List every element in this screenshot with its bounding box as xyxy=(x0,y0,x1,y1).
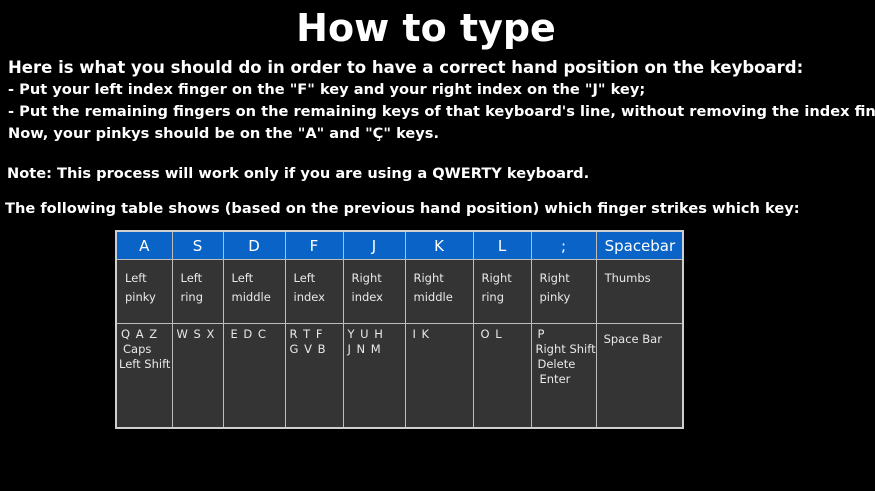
key-group: Caps xyxy=(123,342,152,356)
finger-cell: Right middle xyxy=(404,259,474,324)
header-cell-s: S xyxy=(171,230,224,260)
finger-cell: Right pinky xyxy=(530,259,597,324)
key-group: Right Shift xyxy=(535,342,596,356)
key-group: W S X xyxy=(176,327,216,341)
intro-text: Here is what you should do in order to h… xyxy=(8,58,804,77)
finger-cell: Right index xyxy=(342,259,406,324)
key-group: R T F xyxy=(289,327,324,341)
finger-name: index xyxy=(351,290,383,304)
finger-row: Left pinky Left ring Left middle Left in… xyxy=(115,259,684,324)
key-group: P xyxy=(537,327,545,341)
key-group: J N M xyxy=(347,342,382,356)
finger-hand: Right xyxy=(481,271,512,285)
keys-cell: Q A Z Caps Left Shift xyxy=(115,323,173,429)
key-group: Space Bar xyxy=(603,332,662,346)
key-group: Y U H xyxy=(347,327,384,341)
finger-cell: Right ring xyxy=(472,259,532,324)
keys-cell: I K xyxy=(404,323,474,429)
keys-cell: R T F G V B xyxy=(284,323,344,429)
finger-hand: Right xyxy=(539,271,570,285)
header-cell-d: D xyxy=(222,230,286,260)
keys-cell: P Right Shift Delete Enter xyxy=(530,323,597,429)
finger-cell: Left ring xyxy=(171,259,224,324)
finger-cell: Left pinky xyxy=(115,259,173,324)
finger-hand: Left xyxy=(125,271,147,285)
finger-hand: Right xyxy=(413,271,444,285)
finger-name: middle xyxy=(231,290,271,304)
keys-cell: E D C xyxy=(222,323,286,429)
header-cell-a: A xyxy=(115,230,173,260)
keys-cell: W S X xyxy=(171,323,224,429)
finger-name: pinky xyxy=(539,290,571,304)
table-intro-text: The following table shows (based on the … xyxy=(5,200,800,217)
finger-hand: Left xyxy=(293,271,316,285)
header-cell-j: J xyxy=(342,230,406,260)
key-group: Q A Z xyxy=(121,327,159,341)
header-cell-semicolon: ; xyxy=(530,230,597,260)
header-cell-f: F xyxy=(284,230,344,260)
finger-name: pinky xyxy=(125,290,156,304)
key-group: O L xyxy=(480,327,503,341)
page: How to type Here is what you should do i… xyxy=(0,0,875,491)
keys-cell: O L xyxy=(472,323,532,429)
finger-name: ring xyxy=(481,290,505,304)
step-line-1: - Put your left index finger on the "F" … xyxy=(8,81,646,98)
keys-cell: Y U H J N M xyxy=(342,323,406,429)
finger-name: middle xyxy=(413,290,453,304)
finger-cell: Thumbs xyxy=(595,259,684,324)
note-text: Note: This process will work only if you… xyxy=(7,165,590,182)
finger-hand: Left xyxy=(180,271,203,285)
finger-hand: Left xyxy=(231,271,254,285)
key-group: Left Shift xyxy=(119,357,171,371)
header-cell-k: K xyxy=(404,230,474,260)
table-header-row: A S D F J K L ; Spacebar xyxy=(115,230,684,260)
step-line-3: Now, your pinkys should be on the "A" an… xyxy=(8,125,440,142)
finger-name: ring xyxy=(180,290,204,304)
key-group: Enter xyxy=(539,372,571,386)
key-group: G V B xyxy=(289,342,327,356)
finger-hand: Right xyxy=(351,271,382,285)
key-group: I K xyxy=(412,327,431,341)
finger-key-table: A S D F J K L ; Spacebar Left pinky Left… xyxy=(115,230,685,429)
finger-cell: Left middle xyxy=(222,259,286,324)
finger-cell: Left index xyxy=(284,259,344,324)
finger-name: Thumbs xyxy=(604,271,651,285)
keys-row: Q A Z Caps Left Shift W S X E D C R T F … xyxy=(115,323,684,429)
key-group: Delete xyxy=(537,357,576,371)
header-cell-l: L xyxy=(472,230,532,260)
page-title: How to type xyxy=(296,6,556,50)
finger-name: index xyxy=(293,290,325,304)
key-group: E D C xyxy=(230,327,267,341)
step-line-2: - Put the remaining fingers on the remai… xyxy=(8,103,875,120)
header-cell-spacebar: Spacebar xyxy=(595,230,684,260)
keys-cell: Space Bar xyxy=(595,323,684,429)
